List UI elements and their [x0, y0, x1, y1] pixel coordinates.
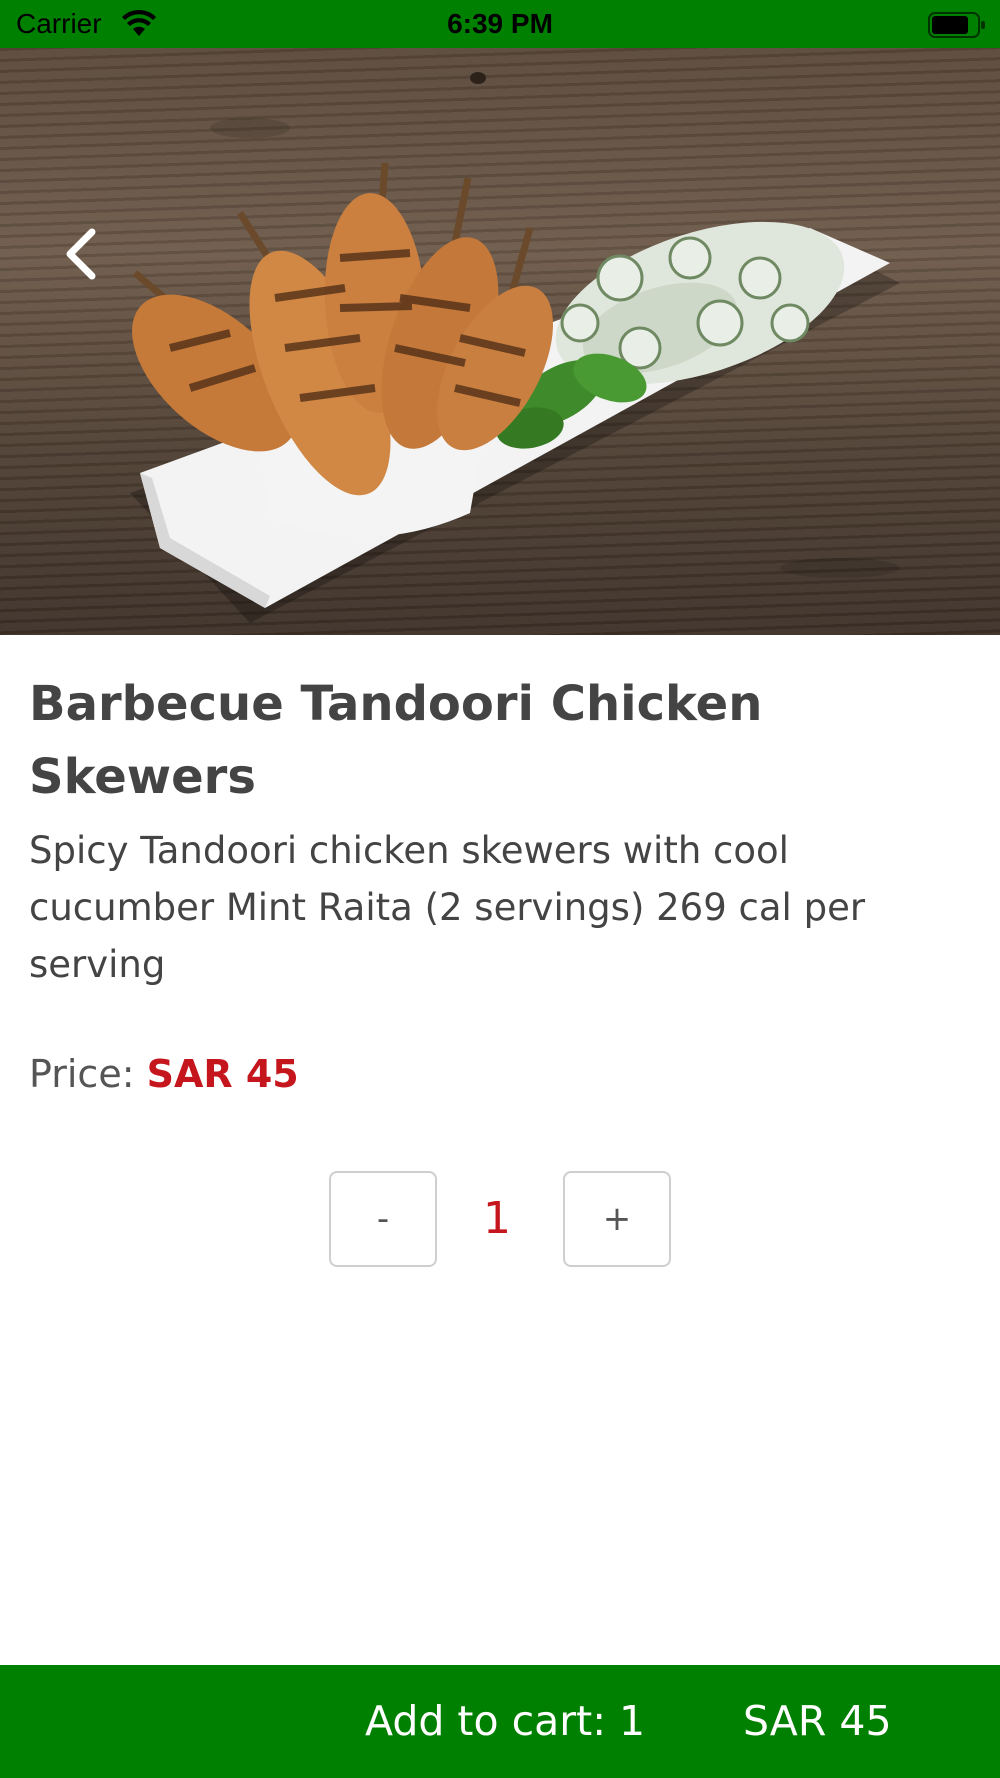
add-to-cart-button[interactable]: Add to cart: 1 SAR 45: [0, 1665, 1000, 1778]
status-time: 6:39 PM: [447, 8, 553, 39]
price-label: Price:: [29, 1052, 147, 1096]
food-photo-icon: [130, 72, 900, 623]
cart-total: SAR 45: [743, 1697, 892, 1745]
price-value: SAR 45: [146, 1052, 299, 1096]
battery-icon: [928, 12, 985, 38]
product-detail-screen: Carrier 6:39 PM Barbecue Tandoori Chicke…: [0, 0, 1000, 1778]
add-to-cart-label: Add to cart: 1: [365, 1697, 646, 1745]
product-image: [0, 48, 1000, 635]
quantity-value: 1: [483, 1193, 511, 1244]
price-row: Price: SAR 45: [29, 1052, 299, 1096]
product-title: Barbecue Tandoori Chicken Skewers: [29, 676, 763, 805]
status-bar: Carrier 6:39 PM: [0, 0, 1000, 48]
decrease-quantity-button[interactable]: -: [329, 1171, 437, 1267]
chevron-left-icon: [66, 228, 96, 280]
product-description: Spicy Tandoori chicken skewers with cool…: [29, 829, 866, 986]
back-button[interactable]: [62, 228, 118, 288]
increase-quantity-button[interactable]: +: [563, 1171, 671, 1267]
